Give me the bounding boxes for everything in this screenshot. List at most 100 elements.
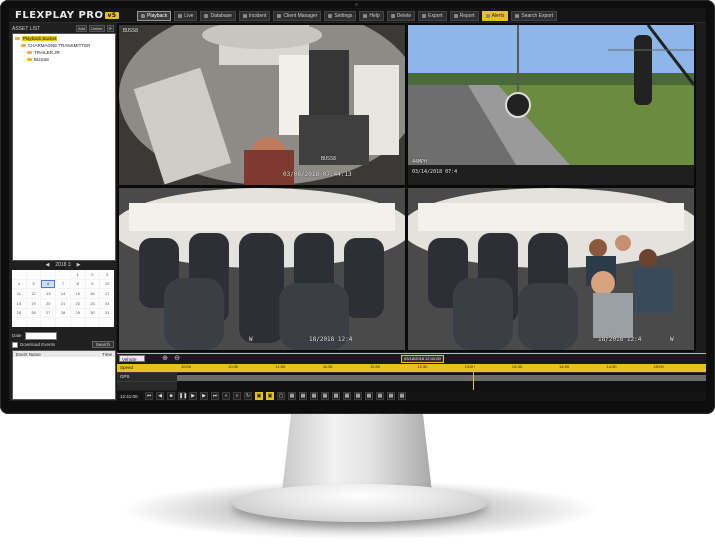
events-col-name[interactable]: Event Name xyxy=(16,352,41,357)
calendar-day xyxy=(100,318,114,327)
layout-2-icon[interactable]: ▣ xyxy=(266,392,274,400)
calendar-day[interactable]: 11 xyxy=(12,289,26,298)
calendar-day[interactable]: 8 xyxy=(70,279,85,289)
toolbar-button-help[interactable]: Help xyxy=(359,11,384,21)
prev-month-icon[interactable]: ◀ xyxy=(45,262,49,268)
calendar-day[interactable]: 29 xyxy=(70,308,85,318)
video-tile-4[interactable]: 18/2018 12:4 W xyxy=(408,188,694,350)
calendar-day[interactable]: 7 xyxy=(56,279,70,289)
date-filter-select[interactable] xyxy=(24,331,57,340)
pause-icon[interactable]: ❚❚ xyxy=(178,392,187,400)
layout-9-icon[interactable]: ▦ xyxy=(343,392,351,400)
toolbar-button-label: Help xyxy=(369,13,380,19)
skip-end-icon[interactable]: ⏭ xyxy=(211,392,219,400)
calendar-day[interactable]: 9 xyxy=(85,279,100,289)
loop-icon[interactable]: ↻ xyxy=(244,392,252,400)
toolbar-button-delete[interactable]: Delete xyxy=(386,11,416,21)
layout-14-icon[interactable]: ▦ xyxy=(398,392,406,400)
timeline-track[interactable] xyxy=(177,372,706,391)
calendar-day[interactable]: 31 xyxy=(100,308,114,318)
tree-item[interactable]: CHARMAGNE TRANSMITTER xyxy=(21,43,90,48)
tree-item[interactable]: TRAILER.JR xyxy=(27,50,60,55)
toolbar-button-report[interactable]: Report xyxy=(449,11,479,21)
add-asset-button[interactable]: Add xyxy=(75,25,88,32)
video-tile-3[interactable]: W 18/2018 12:4 xyxy=(119,188,405,350)
calendar-day[interactable]: 12 xyxy=(26,289,41,298)
video-tile-2[interactable]: 44MPH 03/14/2018 07:4 xyxy=(408,25,694,185)
layout-11-icon[interactable]: ▦ xyxy=(365,392,373,400)
calendar-day[interactable]: 17 xyxy=(100,289,114,298)
toolbar-button-database[interactable]: Database xyxy=(200,11,236,21)
zoom-in-icon[interactable]: ⊕ xyxy=(161,355,169,363)
calendar-day[interactable]: 3 xyxy=(100,270,114,279)
skip-start-icon[interactable]: ⏮ xyxy=(145,392,153,400)
play-icon[interactable]: ▶ xyxy=(189,392,197,400)
calendar-day[interactable]: 16 xyxy=(85,289,100,298)
calendar-day[interactable]: 21 xyxy=(56,299,70,308)
toolbar-button-live[interactable]: Live xyxy=(174,11,198,21)
calendar-day[interactable]: 28 xyxy=(56,308,70,318)
toolbar-button-alerts[interactable]: Alerts xyxy=(481,11,509,21)
search-button[interactable]: Search xyxy=(91,341,114,348)
toolbar-button-search-export[interactable]: Search Export xyxy=(511,11,558,21)
calendar-day[interactable]: 6 xyxy=(41,279,56,289)
toolbar-button-playback[interactable]: Playback xyxy=(137,11,172,21)
calendar-day[interactable]: 24 xyxy=(100,299,114,308)
calendar-day[interactable]: 15 xyxy=(70,289,85,298)
events-col-time[interactable]: Time xyxy=(102,352,112,357)
layout-7-icon[interactable]: ▦ xyxy=(321,392,329,400)
calendar-day[interactable]: 27 xyxy=(41,308,56,318)
calendar-day[interactable]: 5 xyxy=(26,279,41,289)
calendar-day[interactable]: 4 xyxy=(12,279,26,289)
layout-12-icon[interactable]: ▦ xyxy=(376,392,384,400)
layout-3-icon[interactable]: ▢ xyxy=(277,392,285,400)
timeline-cursor[interactable] xyxy=(473,364,475,390)
layout-10-icon[interactable]: ▦ xyxy=(354,392,362,400)
calendar-day[interactable]: 26 xyxy=(26,308,41,318)
calendar-day[interactable]: 2 xyxy=(85,270,100,279)
timeline-row-speed[interactable]: Speed xyxy=(117,364,177,373)
layout-8-icon[interactable]: ▦ xyxy=(332,392,340,400)
calendar-day[interactable]: 23 xyxy=(85,299,100,308)
tree-item-label: CHARMAGNE TRANSMITTER xyxy=(28,43,91,48)
calendar-day[interactable]: 20 xyxy=(41,299,56,308)
toolbar-button-incident[interactable]: Incident xyxy=(238,11,271,21)
toolbar-button-label: Live xyxy=(184,13,194,19)
timeline-source-select[interactable]: Vehicle Status xyxy=(119,355,145,369)
layout-5-icon[interactable]: ▦ xyxy=(299,392,307,400)
calendar-day[interactable]: 22 xyxy=(70,299,85,308)
layout-4-icon[interactable]: ▦ xyxy=(288,392,296,400)
calendar-day[interactable]: 25 xyxy=(12,308,26,318)
fast-forward-icon[interactable]: » xyxy=(233,392,241,400)
step-forward-icon[interactable]: ▶ xyxy=(200,392,208,400)
calendar-day[interactable]: 1 xyxy=(70,270,85,279)
calendar-day[interactable]: 18 xyxy=(12,299,26,308)
zoom-out-icon[interactable]: ⊖ xyxy=(173,355,181,363)
calendar-day[interactable]: 30 xyxy=(85,308,100,318)
layout-6-icon[interactable]: ▦ xyxy=(310,392,318,400)
timeline-row-gps[interactable]: GPS xyxy=(117,373,177,382)
calendar-day[interactable]: 19 xyxy=(26,299,41,308)
calendar-day[interactable]: 14 xyxy=(56,289,70,298)
rewind-icon[interactable]: « xyxy=(222,392,230,400)
layout-1-icon[interactable]: ▣ xyxy=(255,392,263,400)
download-events-checkbox[interactable]: Download Events xyxy=(12,341,55,348)
tree-item[interactable]: Playback Bucket xyxy=(15,36,58,41)
video-tile-1[interactable]: BUSS8 BUSS8 03/06/2018 07:44:13 xyxy=(119,25,405,185)
step-back-icon[interactable]: ◀ xyxy=(156,392,164,400)
stop-icon[interactable]: ■ xyxy=(167,392,175,400)
calendar-day xyxy=(12,318,26,327)
toolbar-button-client-manager[interactable]: Client Manager xyxy=(273,11,322,21)
tree-item[interactable]: BUSS8 xyxy=(27,57,49,62)
camera-icon xyxy=(178,14,183,18)
toolbar-button-export[interactable]: Export xyxy=(418,11,447,21)
toolbar-button-settings[interactable]: Settings xyxy=(324,11,357,21)
calendar-day[interactable]: 13 xyxy=(41,289,56,298)
layout-13-icon[interactable]: ▦ xyxy=(387,392,395,400)
refresh-icon[interactable]: ⟳ xyxy=(106,25,114,32)
video-3-timestamp: 18/2018 12:4 xyxy=(309,336,353,343)
calendar-day[interactable]: 10 xyxy=(100,279,114,289)
timeline-ruler[interactable]: 10:00 10:30 11:00 11:30 12:00 12:30 13:00 13:30… xyxy=(177,364,706,372)
next-month-icon[interactable]: ▶ xyxy=(77,262,81,268)
delete-asset-button[interactable]: Delete xyxy=(89,25,105,32)
